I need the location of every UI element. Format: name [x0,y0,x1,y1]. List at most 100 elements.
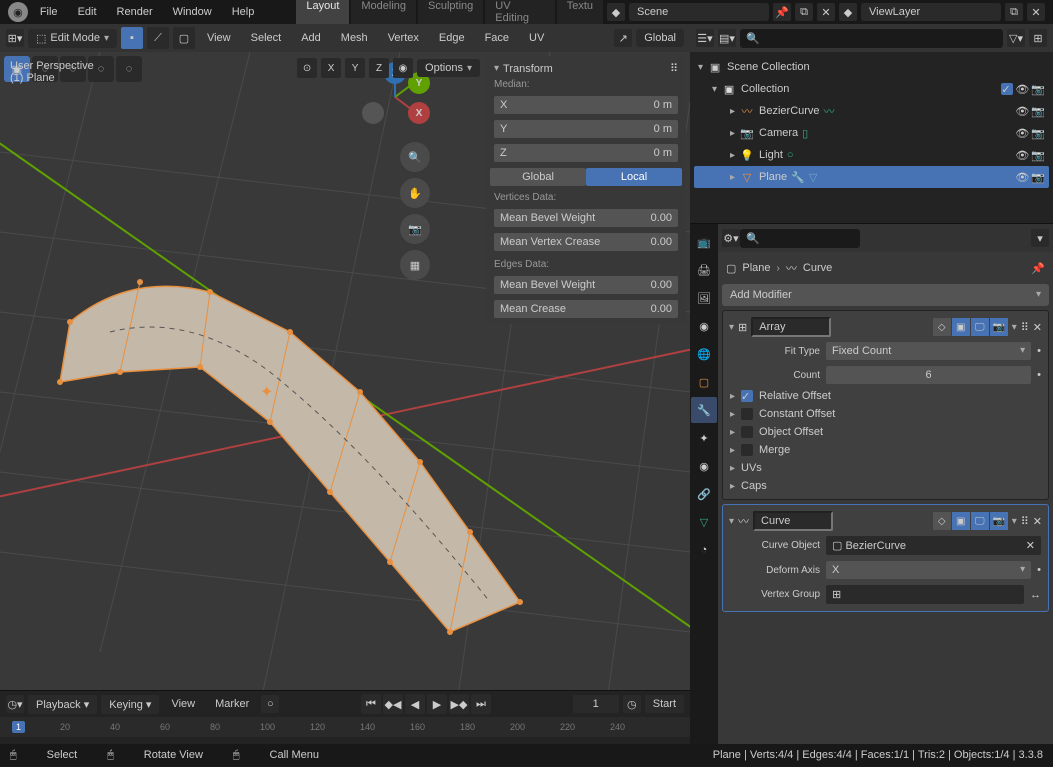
tl-marker[interactable]: Marker [207,695,257,713]
props-tab-constraints[interactable]: 🔗 [691,481,717,507]
on-cage-icon[interactable]: ◇ [933,512,951,530]
object-offset-checkbox[interactable] [741,426,753,438]
props-tab-viewlayer[interactable]: 🖼 [691,285,717,311]
outliner-item-curve[interactable]: ▸〰 BezierCurve 〰 👁📷 [694,100,1049,122]
menu-help[interactable]: Help [224,3,263,21]
scene-collection-row[interactable]: ▾▣ Scene Collection [694,56,1049,78]
keyframe-prev-icon[interactable]: ◆◀ [383,694,403,714]
menu-render[interactable]: Render [109,3,161,21]
grip-icon[interactable]: ⠿ [1021,321,1029,334]
close-icon[interactable]: ✕ [1033,321,1042,334]
space-local[interactable]: Local [586,168,682,186]
props-tab-object[interactable]: ▢ [691,369,717,395]
orientation-icon[interactable]: ↗ [614,29,632,47]
outliner-search[interactable]: 🔍 [740,29,1003,48]
collection-row[interactable]: ▾▣ Collection ✓👁📷 [694,78,1049,100]
options-dropdown[interactable]: Options▾ [417,59,480,77]
props-tab-world[interactable]: 🌐 [691,341,717,367]
face-select-icon[interactable]: ▢ [173,27,195,49]
proportional-icon[interactable]: ◉ [393,58,413,78]
eye-icon[interactable]: 👁 [1015,105,1029,118]
camera-view-icon[interactable]: 📷 [400,214,430,244]
tl-view[interactable]: View [163,695,203,713]
zoom-icon[interactable]: 🔍 [400,142,430,172]
realtime-display-icon[interactable]: 🖵 [971,512,989,530]
props-tab-material[interactable]: ◔ [691,537,717,563]
props-tab-mesh[interactable]: ▽ [691,509,717,535]
grip-icon[interactable]: ⠿ [670,62,678,75]
edit-mode-display-icon[interactable]: ▣ [952,512,970,530]
object-offset-row[interactable]: ▸Object Offset [727,423,1044,441]
mode-selector[interactable]: ⬚ Edit Mode ▾ [28,29,117,48]
props-options-icon[interactable]: ▾ [1031,229,1049,247]
blender-logo[interactable]: ◉ [8,2,28,22]
caps-row[interactable]: ▸Caps [727,477,1044,495]
eye-icon[interactable]: 👁 [1015,171,1029,184]
median-y[interactable]: Y0 m [494,120,678,138]
eye-icon[interactable]: 👁 [1015,149,1029,162]
close-scene-icon[interactable]: ✕ [817,3,835,21]
outliner-item-light[interactable]: ▸💡 Light ○ 👁📷 [694,144,1049,166]
autokey-icon[interactable]: ○ [261,695,279,713]
median-x[interactable]: X0 m [494,96,678,114]
add-modifier-button[interactable]: Add Modifier▾ [722,284,1049,306]
merge-checkbox[interactable] [741,444,753,456]
edge-crease[interactable]: Mean Crease0.00 [494,300,678,318]
props-tab-modifier[interactable]: 🔧 [691,397,717,423]
snap-icon[interactable]: ⊙ [297,58,317,78]
fit-type-select[interactable]: Fixed Count▾ [826,342,1031,360]
play-icon[interactable]: ▶ [427,694,447,714]
vp-face[interactable]: Face [477,29,517,47]
edge-select-icon[interactable]: ⟋ [147,27,169,49]
timeline-cursor[interactable]: 1 [12,721,25,733]
vp-view[interactable]: View [199,29,239,47]
vp-select[interactable]: Select [243,29,290,47]
menu-edit[interactable]: Edit [70,3,105,21]
camera-render-icon[interactable]: 📷 [1031,149,1045,162]
tl-start[interactable]: Start [645,695,684,713]
relative-offset-row[interactable]: ▸✓Relative Offset [727,387,1044,405]
constant-offset-checkbox[interactable] [741,408,753,420]
menu-file[interactable]: File [32,3,66,21]
camera-render-icon[interactable]: 📷 [1031,171,1045,184]
merge-row[interactable]: ▸Merge [727,441,1044,459]
timeline-editor-icon[interactable]: ◷▾ [6,695,24,713]
props-tab-scene[interactable]: ◉ [691,313,717,339]
eye-icon[interactable]: 👁 [1015,83,1029,96]
close-viewlayer-icon[interactable]: ✕ [1027,3,1045,21]
vp-edge[interactable]: Edge [431,29,473,47]
axis-x-btn[interactable]: X [321,58,341,78]
edge-bevel-weight[interactable]: Mean Bevel Weight0.00 [494,276,678,294]
collapse-icon[interactable]: ▾ [494,63,499,74]
invert-icon[interactable]: ↔ [1030,589,1041,601]
pin-icon[interactable]: 📌 [773,3,791,21]
realtime-display-icon[interactable]: 🖵 [971,318,989,336]
gizmo-x[interactable]: X [408,102,430,124]
filter-icon[interactable]: ▽▾ [1007,29,1025,47]
pin-icon[interactable]: 📌 [1031,262,1045,275]
camera-render-icon[interactable]: 📷 [1031,105,1045,118]
scene-browse-icon[interactable]: ◆ [607,3,625,21]
grip-icon[interactable]: ⠿ [1021,515,1029,528]
uvs-row[interactable]: ▸UVs [727,459,1044,477]
curve-object-field[interactable]: ▢ BezierCurve✕ [826,536,1041,555]
collapse-icon[interactable]: ▾ [729,322,734,333]
vp-uv[interactable]: UV [521,29,552,47]
tl-keying[interactable]: Keying ▾ [101,695,159,714]
mean-vertex-crease[interactable]: Mean Vertex Crease0.00 [494,233,678,251]
clock-icon[interactable]: ◷ [623,695,641,713]
outliner-editor-icon[interactable]: ☰▾ [696,29,714,47]
extras-icon[interactable]: ▾ [1012,322,1017,333]
current-frame[interactable]: 1 [573,695,619,713]
gizmo-neg[interactable] [362,102,384,124]
display-mode-icon[interactable]: ▤▾ [718,29,736,47]
jump-end-icon[interactable]: ⏭ [471,694,491,714]
space-global[interactable]: Global [490,168,586,186]
play-reverse-icon[interactable]: ◀ [405,694,425,714]
axis-y-btn[interactable]: Y [345,58,365,78]
props-tab-render[interactable]: 📺 [691,229,717,255]
copy-scene-icon[interactable]: ⧉ [795,3,813,21]
perspective-icon[interactable]: ▦ [400,250,430,280]
vp-add[interactable]: Add [293,29,329,47]
vp-vertex[interactable]: Vertex [380,29,427,47]
